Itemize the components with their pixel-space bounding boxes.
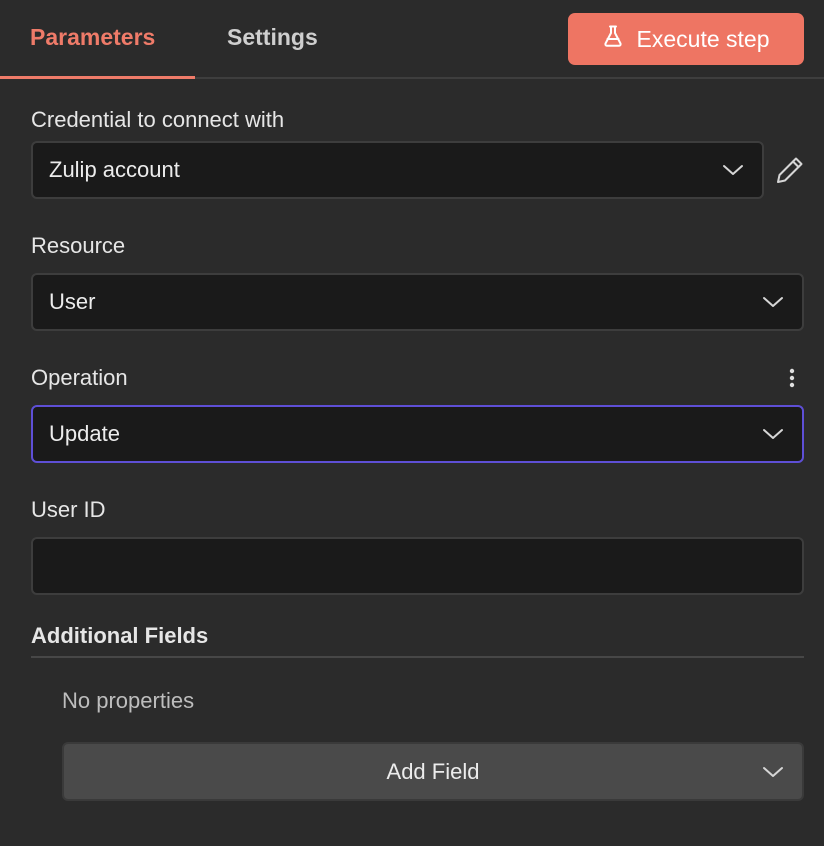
additional-fields-title: Additional Fields xyxy=(31,623,209,648)
operation-select[interactable]: Update xyxy=(31,405,804,463)
operation-value: Update xyxy=(49,421,120,446)
no-properties-text: No properties xyxy=(62,688,195,713)
resource-value: User xyxy=(49,289,96,314)
active-tab-indicator xyxy=(0,76,195,79)
divider xyxy=(31,656,804,658)
user-id-label: User ID xyxy=(31,497,106,522)
execute-step-label: Execute step xyxy=(636,25,770,52)
add-field-label: Add Field xyxy=(386,758,480,784)
flask-icon xyxy=(603,25,623,53)
panel-header: Parameters Settings Execute step xyxy=(0,0,824,79)
pencil-icon[interactable] xyxy=(774,154,806,186)
tab-settings[interactable]: Settings xyxy=(227,24,318,51)
credential-select[interactable]: Zulip account xyxy=(31,141,764,199)
add-field-button[interactable]: Add Field xyxy=(62,742,804,801)
credential-value: Zulip account xyxy=(49,157,180,182)
chevron-down-icon xyxy=(763,429,783,439)
credential-label: Credential to connect with xyxy=(31,107,285,132)
operation-label: Operation xyxy=(31,365,128,390)
resource-label: Resource xyxy=(31,233,126,258)
chevron-down-icon xyxy=(723,165,743,175)
node-parameters-panel: Parameters Settings Execute step Credent… xyxy=(0,0,824,846)
chevron-down-icon xyxy=(763,766,783,777)
execute-step-button[interactable]: Execute step xyxy=(568,13,804,65)
chevron-down-icon xyxy=(763,297,783,307)
user-id-input[interactable] xyxy=(31,537,804,595)
more-options-icon[interactable] xyxy=(783,367,801,391)
resource-select[interactable]: User xyxy=(31,273,804,331)
tab-parameters[interactable]: Parameters xyxy=(30,24,155,51)
